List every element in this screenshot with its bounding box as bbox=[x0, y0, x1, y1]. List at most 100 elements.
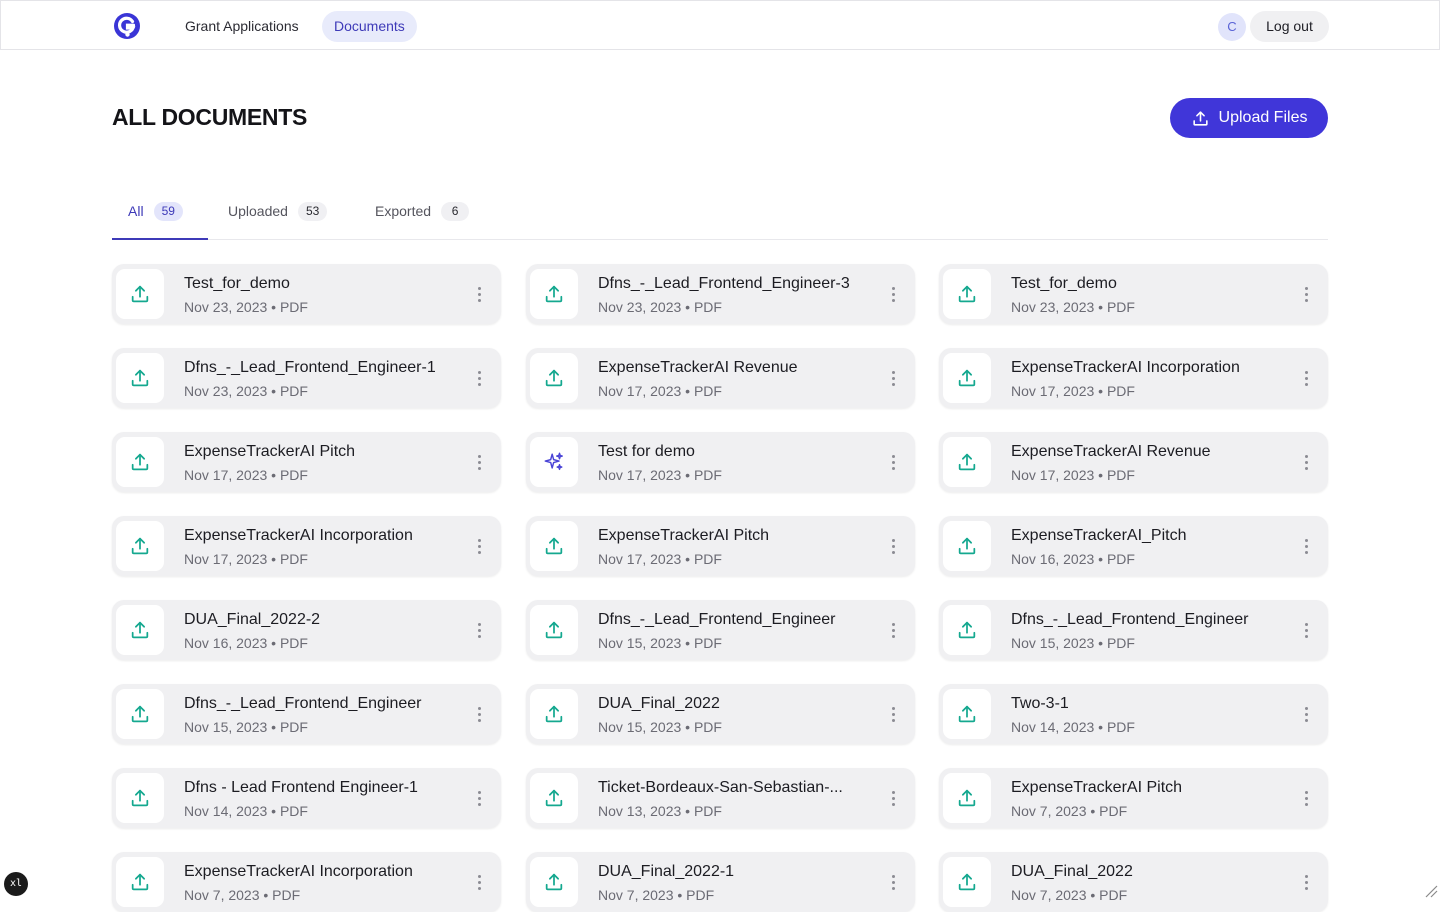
top-navbar: Grant Applications Documents C Log out bbox=[0, 0, 1440, 50]
more-options-icon[interactable] bbox=[471, 702, 487, 726]
document-card[interactable]: DUA_Final_2022-2 Nov 16, 2023 • PDF bbox=[112, 600, 501, 660]
more-options-icon[interactable] bbox=[885, 450, 901, 474]
document-meta: Nov 16, 2023 • PDF bbox=[184, 635, 308, 651]
document-card[interactable]: ExpenseTrackerAI Incorporation Nov 17, 20… bbox=[939, 348, 1328, 408]
document-name: Dfns_-_Lead_Frontend_Engineer-3 bbox=[598, 275, 850, 292]
document-card[interactable]: Two-3-1 Nov 14, 2023 • PDF bbox=[939, 684, 1328, 744]
document-card[interactable]: Test_for_demo Nov 23, 2023 • PDF bbox=[939, 264, 1328, 324]
upload-files-button[interactable]: Upload Files bbox=[1170, 98, 1328, 138]
document-card[interactable]: Test for demo Nov 17, 2023 • PDF bbox=[526, 432, 915, 492]
app-logo-icon[interactable] bbox=[113, 12, 141, 40]
document-card[interactable]: DUA_Final_2022-1 Nov 7, 2023 • PDF bbox=[526, 852, 915, 912]
more-options-icon[interactable] bbox=[471, 786, 487, 810]
document-meta: Nov 23, 2023 • PDF bbox=[184, 383, 308, 399]
document-name: Dfns_-_Lead_Frontend_Engineer bbox=[184, 695, 422, 712]
document-name: DUA_Final_2022-2 bbox=[184, 611, 321, 628]
document-meta: Nov 14, 2023 • PDF bbox=[1011, 719, 1135, 735]
tab-uploaded-count: 53 bbox=[297, 202, 328, 221]
more-options-icon[interactable] bbox=[885, 366, 901, 390]
logout-button[interactable]: Log out bbox=[1250, 11, 1329, 42]
more-options-icon[interactable] bbox=[885, 534, 901, 558]
upload-icon bbox=[530, 353, 578, 403]
upload-icon bbox=[116, 689, 164, 739]
tab-exported[interactable]: Exported 6 bbox=[375, 196, 470, 240]
more-options-icon[interactable] bbox=[1298, 702, 1314, 726]
upload-icon bbox=[530, 773, 578, 823]
document-card[interactable]: Dfns_-_Lead_Frontend_Engineer-3 Nov 23, 2… bbox=[526, 264, 915, 324]
upload-icon bbox=[943, 521, 991, 571]
more-options-icon[interactable] bbox=[471, 618, 487, 642]
document-name: Dfns_-_Lead_Frontend_Engineer bbox=[1011, 611, 1249, 628]
upload-icon bbox=[943, 773, 991, 823]
document-meta: Nov 23, 2023 • PDF bbox=[598, 299, 722, 315]
more-options-icon[interactable] bbox=[1298, 618, 1314, 642]
document-card[interactable]: ExpenseTrackerAI Pitch Nov 17, 2023 • PDF bbox=[526, 516, 915, 576]
tab-all-count: 59 bbox=[153, 202, 183, 221]
document-name: ExpenseTrackerAI Revenue bbox=[1011, 443, 1211, 460]
upload-icon bbox=[116, 269, 164, 319]
document-card[interactable]: ExpenseTrackerAI_Pitch Nov 16, 2023 • PDF bbox=[939, 516, 1328, 576]
document-name: ExpenseTrackerAI Pitch bbox=[184, 443, 356, 460]
document-name: ExpenseTrackerAI Pitch bbox=[598, 527, 770, 544]
more-options-icon[interactable] bbox=[885, 282, 901, 306]
upload-files-label: Upload Files bbox=[1218, 109, 1308, 126]
document-card[interactable]: ExpenseTrackerAI Revenue Nov 17, 2023 • P… bbox=[939, 432, 1328, 492]
upload-icon bbox=[116, 521, 164, 571]
document-meta: Nov 15, 2023 • PDF bbox=[1011, 635, 1135, 651]
more-options-icon[interactable] bbox=[471, 450, 487, 474]
more-options-icon[interactable] bbox=[885, 786, 901, 810]
upload-icon bbox=[943, 437, 991, 487]
more-options-icon[interactable] bbox=[471, 870, 487, 894]
document-card[interactable]: ExpenseTrackerAI Incorporation Nov 7, 202… bbox=[112, 852, 501, 912]
document-name: Dfns - Lead Frontend Engineer-1 bbox=[184, 779, 418, 796]
sparkle-icon bbox=[530, 437, 578, 487]
more-options-icon[interactable] bbox=[885, 702, 901, 726]
document-card[interactable]: Dfns_-_Lead_Frontend_Engineer-1 Nov 23, 2… bbox=[112, 348, 501, 408]
more-options-icon[interactable] bbox=[1298, 786, 1314, 810]
document-meta: Nov 14, 2023 • PDF bbox=[184, 803, 308, 819]
upload-icon bbox=[116, 353, 164, 403]
resize-grip-icon[interactable] bbox=[1424, 884, 1438, 898]
document-card[interactable]: DUA_Final_2022 Nov 15, 2023 • PDF bbox=[526, 684, 915, 744]
document-card[interactable]: ExpenseTrackerAI Pitch Nov 17, 2023 • PDF bbox=[112, 432, 501, 492]
document-card[interactable]: ExpenseTrackerAI Pitch Nov 7, 2023 • PDF bbox=[939, 768, 1328, 828]
document-card[interactable]: Test_for_demo Nov 23, 2023 • PDF bbox=[112, 264, 501, 324]
more-options-icon[interactable] bbox=[1298, 450, 1314, 474]
document-card[interactable]: ExpenseTrackerAI Revenue Nov 17, 2023 • P… bbox=[526, 348, 915, 408]
more-options-icon[interactable] bbox=[471, 534, 487, 558]
nav-documents[interactable]: Documents bbox=[322, 11, 417, 42]
more-options-icon[interactable] bbox=[885, 618, 901, 642]
more-options-icon[interactable] bbox=[885, 870, 901, 894]
document-name: ExpenseTrackerAI Incorporation bbox=[184, 863, 413, 880]
document-card[interactable]: Dfns_-_Lead_Frontend_Engineer Nov 15, 202… bbox=[112, 684, 501, 744]
document-meta: Nov 15, 2023 • PDF bbox=[184, 719, 308, 735]
more-options-icon[interactable] bbox=[471, 282, 487, 306]
page-title: ALL DOCUMENTS bbox=[112, 104, 308, 130]
tab-uploaded-label: Uploaded bbox=[228, 203, 288, 219]
upload-icon bbox=[116, 605, 164, 655]
document-card[interactable]: Dfns_-_Lead_Frontend_Engineer Nov 15, 202… bbox=[526, 600, 915, 660]
more-options-icon[interactable] bbox=[1298, 534, 1314, 558]
document-meta: Nov 7, 2023 • PDF bbox=[1011, 803, 1128, 819]
tab-exported-count: 6 bbox=[441, 202, 470, 221]
document-meta: Nov 17, 2023 • PDF bbox=[598, 551, 722, 567]
more-options-icon[interactable] bbox=[471, 366, 487, 390]
document-card[interactable]: DUA_Final_2022 Nov 7, 2023 • PDF bbox=[939, 852, 1328, 912]
nav-grant-applications[interactable]: Grant Applications bbox=[173, 11, 311, 42]
document-card[interactable]: Dfns_-_Lead_Frontend_Engineer Nov 15, 202… bbox=[939, 600, 1328, 660]
dev-tools-badge[interactable]: xl bbox=[4, 872, 28, 896]
user-avatar[interactable]: C bbox=[1218, 13, 1246, 41]
document-card[interactable]: Dfns - Lead Frontend Engineer-1 Nov 14, 2… bbox=[112, 768, 501, 828]
document-meta: Nov 17, 2023 • PDF bbox=[184, 551, 308, 567]
document-name: DUA_Final_2022 bbox=[1011, 863, 1133, 880]
document-name: Test for demo bbox=[598, 443, 695, 460]
more-options-icon[interactable] bbox=[1298, 366, 1314, 390]
document-name: ExpenseTrackerAI_Pitch bbox=[1011, 527, 1187, 544]
tab-uploaded[interactable]: Uploaded 53 bbox=[228, 196, 328, 240]
more-options-icon[interactable] bbox=[1298, 870, 1314, 894]
more-options-icon[interactable] bbox=[1298, 282, 1314, 306]
tab-all[interactable]: All 59 bbox=[112, 196, 208, 240]
document-card[interactable]: ExpenseTrackerAI Incorporation Nov 17, 20… bbox=[112, 516, 501, 576]
document-card[interactable]: Ticket-Bordeaux-San-Sebastian-... Nov 13,… bbox=[526, 768, 915, 828]
document-name: Test_for_demo bbox=[1011, 275, 1117, 292]
